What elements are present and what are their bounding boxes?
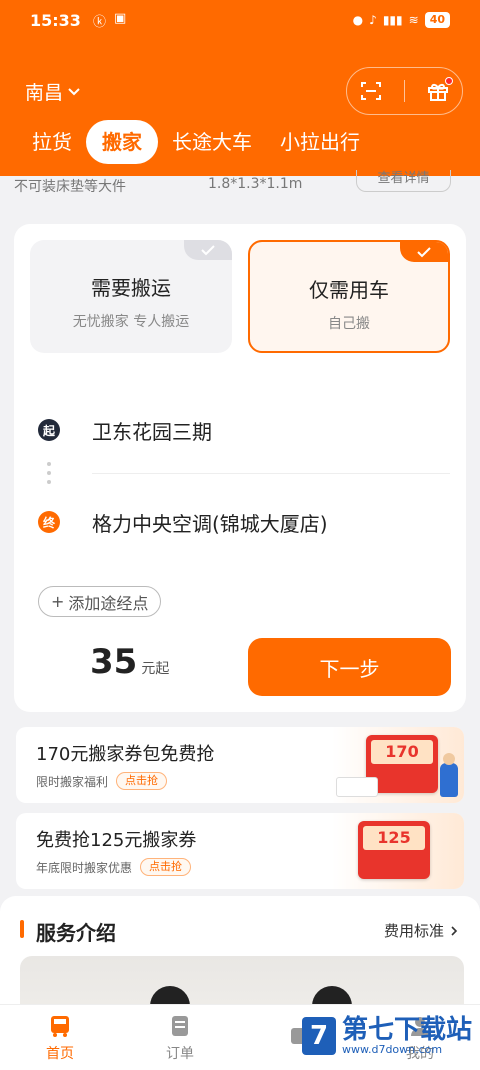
view-details-button[interactable]: 查看详情 <box>356 170 451 192</box>
scan-icon <box>361 82 382 100</box>
promo-subtitle: 年底限时搬家优惠 <box>36 860 133 875</box>
location-icon: ● <box>352 13 364 27</box>
tab-ride[interactable]: 小拉出行 <box>266 120 374 164</box>
price-amount: 35 <box>90 642 138 682</box>
truck-icon <box>51 1015 69 1037</box>
wifi-icon: ≋ <box>408 13 419 27</box>
grab-tag[interactable]: 点击抢 <box>140 858 192 876</box>
watermark-text: 第七下载站 <box>341 1015 472 1045</box>
truck-icon <box>336 777 378 797</box>
start-marker: 起 <box>38 419 60 441</box>
nav-label: 订单 <box>166 1045 194 1062</box>
start-address: 卫东花园三期 <box>92 419 212 444</box>
vehicle-note: 不可装床垫等大件 <box>14 179 126 195</box>
city-label: 南昌 <box>25 82 64 104</box>
promo-card[interactable]: 170元搬家券包免费抢 限时搬家福利 点击抢 170 <box>16 727 464 803</box>
header: 15:33 ⓚ ▣ ● ♪ ▮▮▮ ≋ 40 南昌 拉货 搬家 长途大车 小拉出… <box>0 0 480 176</box>
add-waypoint-label: 添加途经点 <box>68 593 149 613</box>
vehicle-info-peek: 不可装床垫等大件 1.8*1.3*1.1m 查看详情 <box>0 170 480 206</box>
plus-icon: + <box>51 592 65 611</box>
signal-icon: ▮▮▮ <box>382 13 403 27</box>
status-time: 15:33 <box>30 10 81 30</box>
mover-icon <box>440 753 458 797</box>
promo-card[interactable]: 免费抢125元搬家券 年底限时搬家优惠 点击抢 125 <box>16 813 464 889</box>
nav-label: 首页 <box>46 1045 74 1062</box>
coupon-value: 125 <box>363 826 425 850</box>
option-title: 需要搬运 <box>91 276 171 300</box>
option-vehicle-only[interactable]: 仅需用车 自己搬 <box>248 240 450 353</box>
option-subtitle: 无忧搬家 专人搬运 <box>72 314 190 330</box>
fee-standard-label: 费用标准 <box>383 922 444 940</box>
watermark-logo: 7 <box>301 1017 336 1055</box>
bus-icon: ▣ <box>113 10 127 26</box>
section-title: 服务介绍 <box>36 921 116 945</box>
tab-long-distance[interactable]: 长途大车 <box>158 120 266 164</box>
service-tabs: 拉货 搬家 长途大车 小拉出行 <box>18 120 374 164</box>
tab-moving[interactable]: 搬家 <box>86 120 158 164</box>
check-icon <box>417 247 431 258</box>
start-address-row[interactable]: 起 卫东花园三期 <box>38 415 448 445</box>
chevron-right-icon <box>451 925 458 936</box>
nav-orders[interactable]: 订单 <box>120 1005 240 1070</box>
check-icon <box>201 245 215 256</box>
chevron-down-icon <box>68 87 80 95</box>
coupon-icon: 125 <box>358 821 430 879</box>
watermark: 7 第七下载站 www.d7down.com <box>301 1015 472 1056</box>
coupon-value: 170 <box>371 740 433 764</box>
next-step-button[interactable]: 下一步 <box>248 638 451 696</box>
header-tools <box>346 67 463 115</box>
end-marker: 终 <box>38 511 60 533</box>
watermark-url: www.d7down.com <box>341 1043 443 1056</box>
option-subtitle: 自己搬 <box>328 316 370 332</box>
add-waypoint-button[interactable]: + 添加途经点 <box>38 586 162 617</box>
notification-dot <box>444 77 453 85</box>
promo-title: 170元搬家券包免费抢 <box>36 744 215 765</box>
nav-home[interactable]: 首页 <box>0 1005 120 1070</box>
option-title: 仅需用车 <box>309 278 389 302</box>
promo-title: 免费抢125元搬家券 <box>36 830 197 851</box>
promo-illustration: 125 <box>332 813 464 889</box>
end-address-row[interactable]: 终 格力中央空调(锦城大厦店) <box>38 507 448 537</box>
promo-subtitle: 限时搬家福利 <box>36 774 109 789</box>
notification-icon: ⓚ <box>92 14 106 30</box>
promo-illustration: 170 <box>332 727 464 803</box>
battery-icon: 40 <box>424 12 450 28</box>
price-display: 35 元起 <box>90 642 169 682</box>
mute-icon: ♪ <box>369 13 377 27</box>
document-icon <box>172 1015 188 1036</box>
fee-standard-link[interactable]: 费用标准 <box>384 920 458 941</box>
grab-tag[interactable]: 点击抢 <box>116 772 168 790</box>
status-bar: 15:33 ⓚ ▣ ● ♪ ▮▮▮ ≋ 40 <box>30 8 450 32</box>
tab-freight[interactable]: 拉货 <box>18 120 86 164</box>
order-card: 需要搬运 无忧搬家 专人搬运 仅需用车 自己搬 起 卫东花园三期 终 格力中央空… <box>14 224 466 712</box>
vehicle-size: 1.8*1.3*1.1m <box>208 176 303 192</box>
scan-button[interactable] <box>355 75 387 107</box>
gift-button[interactable] <box>422 75 454 107</box>
city-selector[interactable]: 南昌 <box>25 78 81 105</box>
price-unit: 元起 <box>141 661 170 677</box>
option-need-carry[interactable]: 需要搬运 无忧搬家 专人搬运 <box>30 240 232 353</box>
end-address: 格力中央空调(锦城大厦店) <box>92 511 328 536</box>
